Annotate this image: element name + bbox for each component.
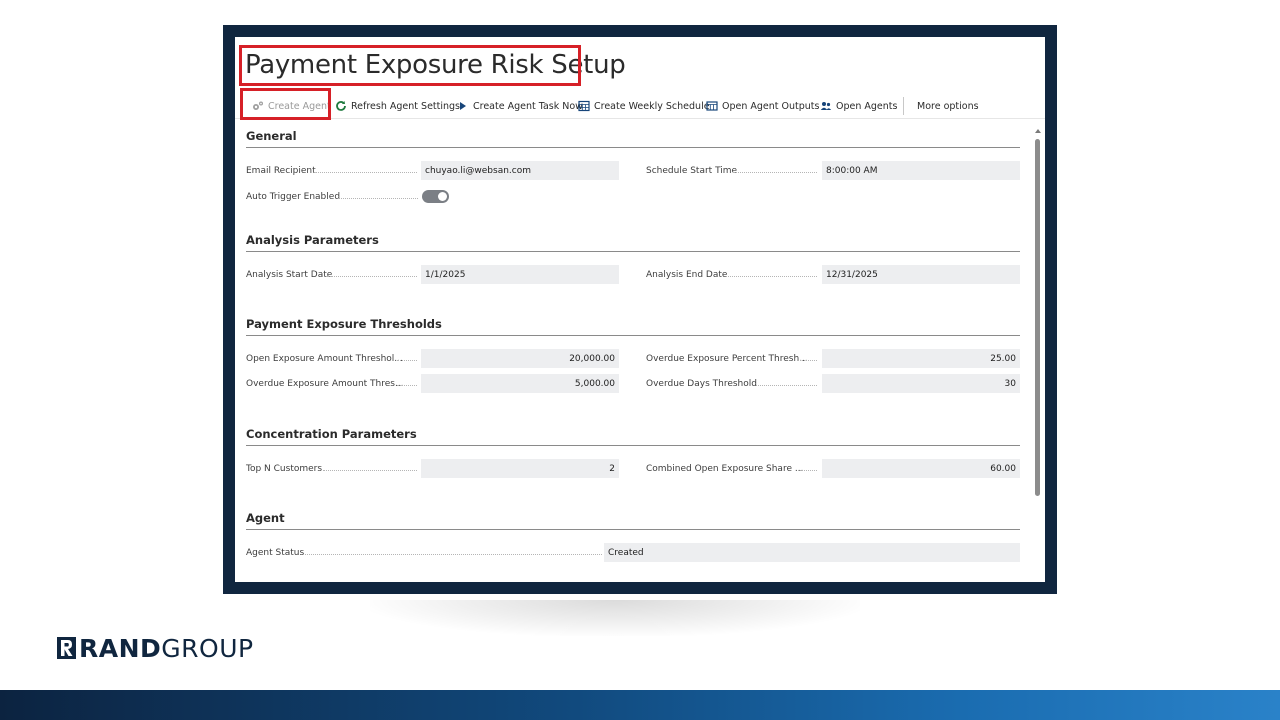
analysis-start-date-field[interactable]: 1/1/2025 xyxy=(421,265,619,284)
top-n-customers-field[interactable]: 2 xyxy=(421,459,619,478)
rand-group-logo-text: RANDGROUP xyxy=(79,634,254,663)
more-options-label: More options xyxy=(917,100,979,112)
top-n-customers-leader xyxy=(323,470,417,471)
schedule-start-time-label: Schedule Start Time xyxy=(646,166,738,176)
auto-trigger-enabled-leader xyxy=(338,198,418,199)
create-agent-highlight-box xyxy=(240,88,331,120)
create-weekly-schedule-button[interactable]: Create Weekly Schedule xyxy=(578,97,710,115)
open-agent-outputs-button[interactable]: Open Agent Outputs xyxy=(706,97,819,115)
logo-text-group: GROUP xyxy=(161,633,254,663)
overdue-exposure-amount-threshold-label: Overdue Exposure Amount Thres... xyxy=(246,379,404,389)
auto-trigger-enabled-toggle[interactable] xyxy=(422,190,449,203)
table-icon xyxy=(706,100,718,112)
refresh-icon xyxy=(335,100,347,112)
schedule-start-time-leader xyxy=(733,172,817,173)
schedule-start-time-field[interactable]: 8:00:00 AM xyxy=(822,161,1020,180)
email-recipient-field[interactable]: chuyao.li@websan.com xyxy=(421,161,619,180)
overdue-exposure-amount-threshold-leader xyxy=(397,385,417,386)
analysis-end-date-field[interactable]: 12/31/2025 xyxy=(822,265,1020,284)
analysis-start-date-label: Analysis Start Date xyxy=(246,270,333,280)
open-agents-button[interactable]: Open Agents xyxy=(820,97,897,115)
open-exposure-amount-threshold-leader xyxy=(397,360,417,361)
toggle-knob xyxy=(438,192,447,201)
create-agent-task-now-label: Create Agent Task Now xyxy=(473,100,583,112)
section-title-concentration: Concentration Parameters xyxy=(246,427,417,441)
open-exposure-amount-threshold-label: Open Exposure Amount Threshol... xyxy=(246,354,403,364)
agent-status-field[interactable]: Created xyxy=(604,543,1020,562)
analysis-end-date-leader xyxy=(726,276,817,277)
section-rule-thresholds xyxy=(246,335,1020,336)
scroll-thumb[interactable] xyxy=(1035,139,1040,496)
title-highlight-box xyxy=(239,45,581,86)
section-title-general: General xyxy=(246,129,297,143)
logo-text-rand: RAND xyxy=(79,633,162,663)
overdue-days-threshold-field[interactable]: 30 xyxy=(822,374,1020,393)
overdue-days-threshold-label: Overdue Days Threshold xyxy=(646,379,757,389)
refresh-agent-settings-button[interactable]: Refresh Agent Settings xyxy=(335,97,460,115)
rand-logo-mark-icon xyxy=(57,637,76,659)
section-title-analysis: Analysis Parameters xyxy=(246,233,379,247)
refresh-agent-settings-label: Refresh Agent Settings xyxy=(351,100,460,112)
section-rule-agent xyxy=(246,529,1020,530)
combined-open-exposure-share-leader xyxy=(798,470,817,471)
analysis-end-date-label: Analysis End Date xyxy=(646,270,728,280)
overdue-exposure-percent-threshold-leader xyxy=(798,360,817,361)
analysis-start-date-leader xyxy=(327,276,417,277)
rand-group-logo: RANDGROUP xyxy=(57,634,254,663)
agent-status-label: Agent Status xyxy=(246,548,305,558)
page-content: General Email Recipient chuyao.li@websan… xyxy=(235,120,1035,582)
open-agents-label: Open Agents xyxy=(836,100,898,112)
combined-open-exposure-share-field[interactable]: 60.00 xyxy=(822,459,1020,478)
brand-gradient-bar xyxy=(0,690,1280,720)
section-title-thresholds: Payment Exposure Thresholds xyxy=(246,317,442,331)
email-recipient-label: Email Recipient xyxy=(246,166,316,176)
action-separator xyxy=(903,97,904,115)
top-n-customers-label: Top N Customers xyxy=(246,464,323,474)
open-exposure-amount-threshold-field[interactable]: 20,000.00 xyxy=(421,349,619,368)
business-central-page: Payment Exposure Risk Setup Create Agent… xyxy=(235,37,1045,582)
vertical-scrollbar[interactable] xyxy=(1034,127,1042,582)
section-rule-analysis xyxy=(246,251,1020,252)
action-bar: Create Agent Refresh Agent Settings Crea… xyxy=(235,93,1045,119)
agent-status-leader xyxy=(303,554,602,555)
email-recipient-leader xyxy=(314,172,417,173)
combined-open-exposure-share-label: Combined Open Exposure Share ... xyxy=(646,464,804,474)
section-rule-general xyxy=(246,147,1020,148)
overdue-days-threshold-leader xyxy=(756,385,817,386)
overdue-exposure-amount-threshold-field[interactable]: 5,000.00 xyxy=(421,374,619,393)
play-icon xyxy=(457,100,469,112)
screenshot-shadow xyxy=(370,600,860,636)
scroll-up-arrow-icon[interactable] xyxy=(1035,129,1041,133)
open-agent-outputs-label: Open Agent Outputs xyxy=(722,100,820,112)
overdue-exposure-percent-threshold-field[interactable]: 25.00 xyxy=(822,349,1020,368)
create-weekly-schedule-label: Create Weekly Schedule xyxy=(594,100,710,112)
overdue-exposure-percent-threshold-label: Overdue Exposure Percent Thresh... xyxy=(646,354,808,364)
create-agent-task-now-button[interactable]: Create Agent Task Now xyxy=(457,97,583,115)
more-options-button[interactable]: More options xyxy=(917,97,979,115)
auto-trigger-enabled-label: Auto Trigger Enabled xyxy=(246,192,341,202)
section-rule-concentration xyxy=(246,445,1020,446)
section-title-agent: Agent xyxy=(246,511,285,525)
people-icon xyxy=(820,100,832,112)
calendar-icon xyxy=(578,100,590,112)
